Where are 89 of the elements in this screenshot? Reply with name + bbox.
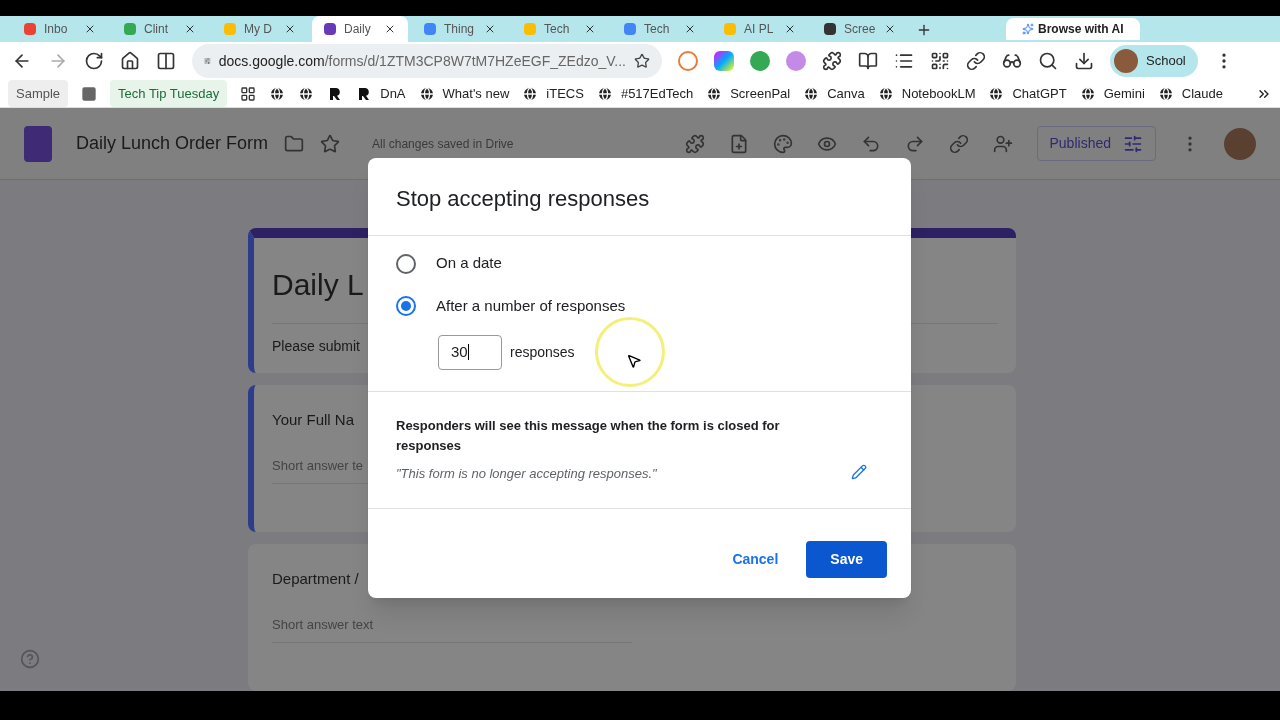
short-answer-field: Short answer text: [272, 614, 632, 644]
form-heading: Daily L: [272, 267, 364, 304]
radio-button[interactable]: [396, 253, 416, 274]
extensions-icon[interactable]: [822, 51, 842, 72]
save-status: All changes saved in Drive: [372, 135, 514, 153]
globe-icon[interactable]: [418, 85, 435, 102]
home-icon[interactable]: [120, 51, 140, 72]
browser-tab[interactable]: Daily: [312, 16, 408, 43]
browser-tab[interactable]: Tech: [612, 16, 708, 43]
globe-icon[interactable]: [1079, 85, 1096, 102]
star-icon[interactable]: [320, 133, 341, 154]
url-text: docs.google.com/forms/d/1ZTM3CP8W7tM7HZeEGF_ZEdzo_V...: [218, 51, 626, 71]
reload-icon[interactable]: [84, 51, 104, 72]
settings-icon: [1123, 133, 1143, 154]
cursor-icon: [625, 353, 642, 370]
address-bar[interactable]: docs.google.com/forms/d/1ZTM3CP8W7tM7HZeEGF_ZEdzo_V...: [192, 44, 662, 79]
bookmark-link[interactable]: Canva: [827, 83, 865, 104]
tab-title: My D: [244, 21, 272, 39]
bookmark-link[interactable]: ChatGPT: [1012, 83, 1067, 104]
tab-title: Inbo: [44, 21, 68, 39]
extension-icon[interactable]: [678, 51, 698, 72]
browser-tab[interactable]: Inbo: [12, 16, 108, 43]
avatar: [1114, 49, 1138, 74]
browser-tab[interactable]: Tech: [512, 16, 608, 43]
bookmark-chip[interactable]: Sample: [8, 79, 69, 108]
bookmark-link[interactable]: Gemini: [1103, 83, 1145, 104]
globe-icon[interactable]: [877, 85, 894, 102]
search-icon[interactable]: [1038, 51, 1058, 72]
tab-title: Tech: [644, 21, 670, 39]
save-button[interactable]: Save: [806, 540, 887, 578]
tab-title: Daily: [344, 21, 371, 39]
browser-tab[interactable]: My D: [212, 16, 308, 43]
bookmark-chip[interactable]: Tech Tip Tuesday: [110, 79, 228, 108]
question-title: Your Full Na: [272, 410, 354, 431]
browser-tab[interactable]: Thing: [412, 16, 508, 43]
form-title: Daily Lunch Order Form: [76, 132, 269, 156]
link-icon[interactable]: [966, 51, 986, 72]
globe-icon[interactable]: [298, 85, 315, 102]
option-label: After a number of responses: [436, 295, 626, 316]
edit-icon[interactable]: [851, 463, 867, 480]
tab-title: Clint: [144, 21, 168, 39]
sparkle-icon: [1022, 23, 1034, 36]
apps-icon[interactable]: [240, 85, 257, 102]
add-collaborator-icon[interactable]: [992, 133, 1013, 154]
bookmark-link[interactable]: NotebookLM: [901, 83, 976, 104]
undo-icon[interactable]: [860, 133, 881, 154]
extension-icon[interactable]: [750, 51, 770, 72]
dialog-title: Stop accepting responses: [368, 158, 911, 237]
globe-icon[interactable]: [1157, 85, 1174, 102]
browser-tab[interactable]: Scree: [812, 16, 908, 43]
download-icon[interactable]: [1074, 51, 1094, 72]
globe-icon[interactable]: [522, 85, 539, 102]
tab-title: Thing: [444, 21, 475, 39]
bookmark-link[interactable]: #517EdTech: [620, 83, 694, 104]
closed-message: "This form is no longer accepting responses.": [396, 465, 658, 484]
globe-icon[interactable]: [706, 85, 723, 102]
forms-logo-icon: [24, 125, 52, 162]
tab-title: AI PL: [744, 21, 774, 39]
extension-icon[interactable]: [786, 51, 806, 72]
star-icon[interactable]: [634, 53, 650, 70]
browser-tab[interactable]: AI PL: [712, 16, 808, 43]
bookmark-link[interactable]: iTECS: [546, 83, 584, 104]
globe-icon[interactable]: [269, 85, 286, 102]
bookmark-link[interactable]: Claude: [1181, 83, 1224, 104]
extension-icon[interactable]: [714, 51, 734, 72]
reading-mode-icon[interactable]: [858, 51, 878, 72]
option-label: On a date: [436, 253, 502, 274]
square-icon[interactable]: [81, 85, 98, 102]
profile-button[interactable]: School: [1110, 45, 1198, 78]
palette-icon[interactable]: [772, 133, 793, 154]
add-on-icon[interactable]: [684, 133, 705, 154]
qr-code-icon[interactable]: [930, 51, 950, 72]
bookmark-link[interactable]: DnA: [380, 83, 406, 104]
count-field[interactable]: 30: [438, 334, 502, 370]
tab-title: Tech: [544, 21, 570, 39]
globe-icon[interactable]: [596, 85, 613, 102]
bookmark-link[interactable]: What's new: [442, 83, 510, 104]
question-title: Department /: [272, 569, 359, 590]
folder-icon[interactable]: [284, 133, 305, 154]
radio-button[interactable]: [396, 296, 416, 317]
browser-tab[interactable]: Clint: [112, 16, 208, 43]
message-label: Responders will see this message when the form is closed for responses: [396, 417, 781, 456]
bookmark-link[interactable]: ScreenPal: [730, 83, 791, 104]
split-view-icon[interactable]: [156, 51, 176, 72]
avatar[interactable]: [1224, 127, 1256, 160]
globe-icon[interactable]: [803, 85, 820, 102]
browse-with-ai-button[interactable]: Browse with AI: [1006, 18, 1140, 41]
globe-icon[interactable]: [988, 85, 1005, 102]
tab-title: Scree: [844, 21, 876, 39]
